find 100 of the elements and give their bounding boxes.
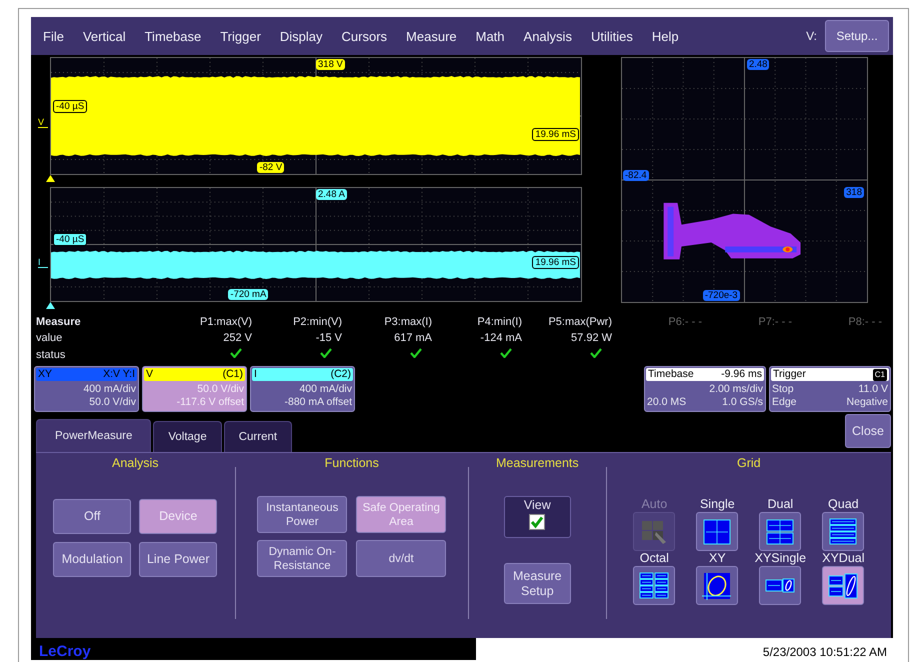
grid-button[interactable] (822, 512, 864, 551)
trace-label: -82 V (257, 162, 284, 173)
measure-title: Measure (36, 315, 82, 330)
trigger-marker-icon (46, 302, 55, 309)
grid-label: XYSingle (754, 551, 806, 566)
channel-scale: 50.0 V/div (88, 396, 136, 409)
parameter-name: P3:max(I) (383, 315, 433, 330)
setup-button[interactable]: Setup... (825, 20, 889, 52)
grid-label: Octal (640, 551, 669, 566)
box-value: -9.96 ms (721, 368, 762, 381)
option-button[interactable]: Line Power (139, 542, 218, 577)
box-title: Timebase (648, 368, 694, 381)
menu-item[interactable]: Display (278, 28, 332, 44)
channel-tag: (C2) (330, 368, 351, 381)
grid-label: XYDual (822, 551, 865, 566)
channel-scale: 400 mA/div (298, 383, 352, 396)
menu-item[interactable]: Analysis (522, 28, 581, 44)
trace-label: -40 µS (53, 233, 88, 246)
trigger-marker-icon (46, 175, 55, 182)
parameter-name: P6:- - - (667, 315, 703, 330)
xy-dual-icon (827, 570, 860, 600)
check-icon (230, 348, 242, 358)
parameter-name: P7:- - - (757, 315, 793, 330)
channel-scale: -880 mA offset (283, 396, 352, 409)
function-button[interactable]: Dynamic On-Resistance (257, 540, 348, 577)
trigger-box[interactable]: Trigger C1 Stop 11.0 V Edge Negative (769, 366, 891, 412)
menu-item[interactable]: Math (474, 28, 514, 44)
menu-item[interactable]: Measure (404, 28, 466, 44)
option-button[interactable]: Modulation (53, 542, 132, 577)
row-label: status (36, 348, 66, 363)
octal-grid-icon (638, 570, 670, 600)
check-icon (320, 348, 332, 358)
channel-box[interactable]: I (C2) 400 mA/div -880 mA offset (250, 366, 355, 412)
axis-label: 318 (844, 187, 864, 198)
channel-scale: 50.0 V/div (196, 383, 244, 396)
check-icon (500, 348, 512, 358)
parameter-value: -15 V (316, 332, 342, 344)
trace-label: 2.48 A (316, 189, 347, 200)
menu-item[interactable]: Utilities (588, 28, 642, 44)
menu-item[interactable]: Cursors (340, 28, 396, 44)
row-label: value (36, 331, 64, 346)
section-heading: Measurements (496, 456, 579, 470)
grid-button[interactable] (633, 566, 676, 605)
box-title: Trigger (773, 368, 806, 381)
setting-value: 1.0 GS/s (722, 396, 763, 409)
function-button[interactable]: Instantaneous Power (257, 496, 348, 533)
xy-ellipse-icon (701, 570, 734, 600)
section-heading: Analysis (112, 456, 159, 470)
channel-scale: 400 mA/div (82, 383, 136, 396)
channel-box[interactable]: V (C1) 50.0 V/div -117.6 V offset (142, 366, 247, 412)
tab[interactable]: Current (224, 421, 292, 452)
parameter-name: P5:max(Pwr) (547, 315, 613, 330)
channel-scale: -117.6 V offset (176, 396, 244, 409)
channel-tag: X:V Y:I (103, 368, 135, 381)
check-icon (410, 348, 422, 358)
menu-item[interactable]: Help (650, 28, 688, 44)
view-toggle[interactable]: View (504, 496, 571, 538)
parameter-value: -124 mA (480, 332, 522, 344)
trace-label: -720 mA (228, 289, 268, 300)
axis-label: 2.48 (746, 59, 770, 70)
grid-button[interactable] (822, 566, 864, 605)
section-heading: Functions (324, 456, 379, 470)
grid-button[interactable] (696, 566, 738, 605)
parameter-value: 617 mA (394, 332, 432, 344)
trace-label: 19.96 mS (532, 256, 579, 269)
grid-label: XY (708, 551, 726, 566)
grid-label: Dual (767, 497, 794, 512)
menu-item[interactable]: Timebase (142, 28, 210, 44)
tab[interactable]: PowerMeasure (36, 419, 152, 452)
parameter-name: P4:min(I) (476, 315, 523, 330)
checkbox[interactable] (529, 514, 546, 530)
function-button[interactable]: dv/dt (356, 540, 446, 577)
grid-button[interactable] (759, 512, 802, 551)
grid-button[interactable] (696, 512, 738, 551)
grid-label: Quad (828, 497, 859, 512)
tab[interactable]: Voltage (153, 421, 222, 452)
channel-name: XY (38, 368, 52, 381)
quad-grid-icon (827, 516, 860, 546)
channel-name: I (254, 368, 257, 381)
menu-item[interactable]: Trigger (218, 28, 270, 44)
grid-button[interactable] (759, 566, 802, 605)
menu-item[interactable]: Vertical (80, 28, 135, 44)
parameter-name: P8:- - - (847, 315, 883, 330)
channel-badge: C1 (872, 369, 887, 381)
trace-label: 19.96 mS (532, 128, 579, 141)
grid-label: Single (700, 497, 735, 512)
parameter-value: 252 V (223, 332, 252, 344)
channel-tag: (C1) (222, 368, 243, 381)
brand-logo: LeCroy (39, 643, 91, 660)
channel-box[interactable]: XY X:V Y:I 400 mA/div 50.0 V/div (34, 366, 139, 412)
option-button[interactable]: Off (53, 499, 132, 534)
menu-item[interactable]: File (41, 28, 73, 44)
setting-label: 20.0 MS (647, 396, 686, 409)
section-heading: Grid (737, 456, 761, 470)
close-button[interactable]: Close (845, 414, 891, 448)
channel-name: V (146, 368, 154, 381)
setting-value: 2.00 ms/div (709, 383, 763, 396)
measure-setup-button[interactable]: Measure Setup (504, 563, 571, 604)
timestamp: 5/23/2003 10:51:22 AM (762, 645, 887, 660)
timebase-box[interactable]: Timebase -9.96 ms 2.00 ms/div 20.0 MS 1.0 GS/s (644, 366, 766, 412)
